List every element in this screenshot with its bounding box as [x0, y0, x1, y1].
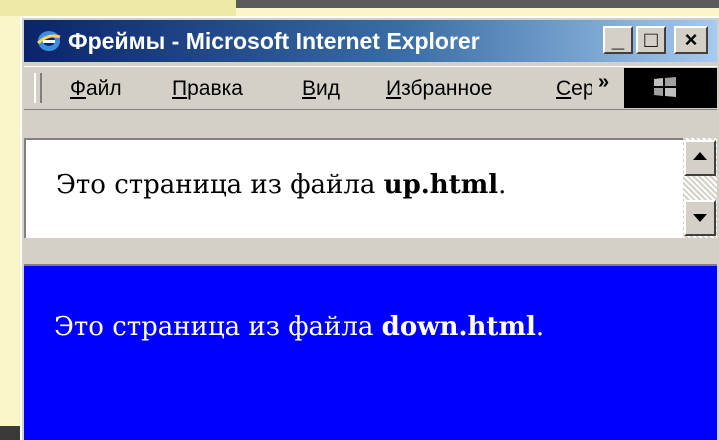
menu-accel-file: Ф — [70, 77, 86, 100]
slide-accent-bar — [0, 0, 236, 16]
slide-background: Фреймы - Microsoft Internet Explorer _ □… — [0, 0, 719, 440]
menu-label-edit: равка — [187, 77, 243, 100]
menu-bar: Файл Правка Вид Избранное Сервис » — [24, 66, 717, 110]
window-title: Фреймы - Microsoft Internet Explorer — [68, 28, 480, 54]
menu-label-favorites: збранное — [401, 77, 493, 100]
scroll-up-button[interactable] — [684, 140, 716, 176]
menu-item-tools[interactable]: Сервис — [556, 77, 592, 101]
menu-label-file: айл — [85, 77, 122, 100]
toolbar-grip[interactable] — [34, 73, 42, 103]
close-button[interactable]: × — [674, 26, 708, 54]
menu-accel-edit: П — [172, 77, 188, 100]
title-bar[interactable]: Фреймы - Microsoft Internet Explorer _ □… — [24, 20, 717, 62]
arrow-down-icon — [693, 214, 707, 222]
top-frame-suffix: . — [498, 170, 507, 200]
bottom-frame-filename: down.html — [381, 312, 536, 342]
frame-splitter[interactable] — [24, 238, 717, 266]
internet-explorer-icon — [36, 31, 61, 51]
top-frame-filename: up.html — [383, 170, 499, 200]
top-frame-scrollbar[interactable] — [683, 138, 717, 238]
minimize-button[interactable]: _ — [603, 26, 633, 54]
menu-item-file[interactable]: Файл — [70, 77, 122, 101]
bottom-frame-suffix: . — [535, 312, 545, 342]
menu-item-edit[interactable]: Правка — [172, 77, 243, 101]
windows-flag-icon — [654, 77, 676, 97]
menu-accel-tools: С — [556, 77, 572, 100]
menu-overflow-chevron-icon[interactable]: » — [598, 71, 609, 94]
browser-window: Фреймы - Microsoft Internet Explorer _ □… — [20, 16, 719, 440]
menu-accel-favorites: И — [386, 77, 402, 100]
scroll-down-button[interactable] — [684, 200, 716, 236]
menu-item-favorites[interactable]: Избранное — [386, 77, 492, 101]
arrow-up-icon — [693, 152, 707, 160]
menu-label-tools: ервис — [571, 77, 592, 100]
slide-dark-strip — [236, 0, 719, 8]
menu-item-view[interactable]: Вид — [302, 77, 340, 101]
maximize-button[interactable]: □ — [636, 26, 666, 54]
throbber-logo — [624, 68, 717, 108]
top-frame: Это страница из файла up.html. — [24, 138, 683, 238]
menu-accel-view: В — [302, 77, 317, 100]
menu-label-view: ид — [316, 77, 340, 100]
top-frame-prefix: Это страница из файла — [56, 170, 384, 200]
bottom-frame: Это страница из файла down.html. — [24, 266, 717, 440]
bottom-frame-prefix: Это страница из файла — [54, 312, 382, 342]
bottom-frame-text: Это страница из файла down.html. — [54, 312, 544, 342]
top-frame-text: Это страница из файла up.html. — [56, 170, 506, 200]
